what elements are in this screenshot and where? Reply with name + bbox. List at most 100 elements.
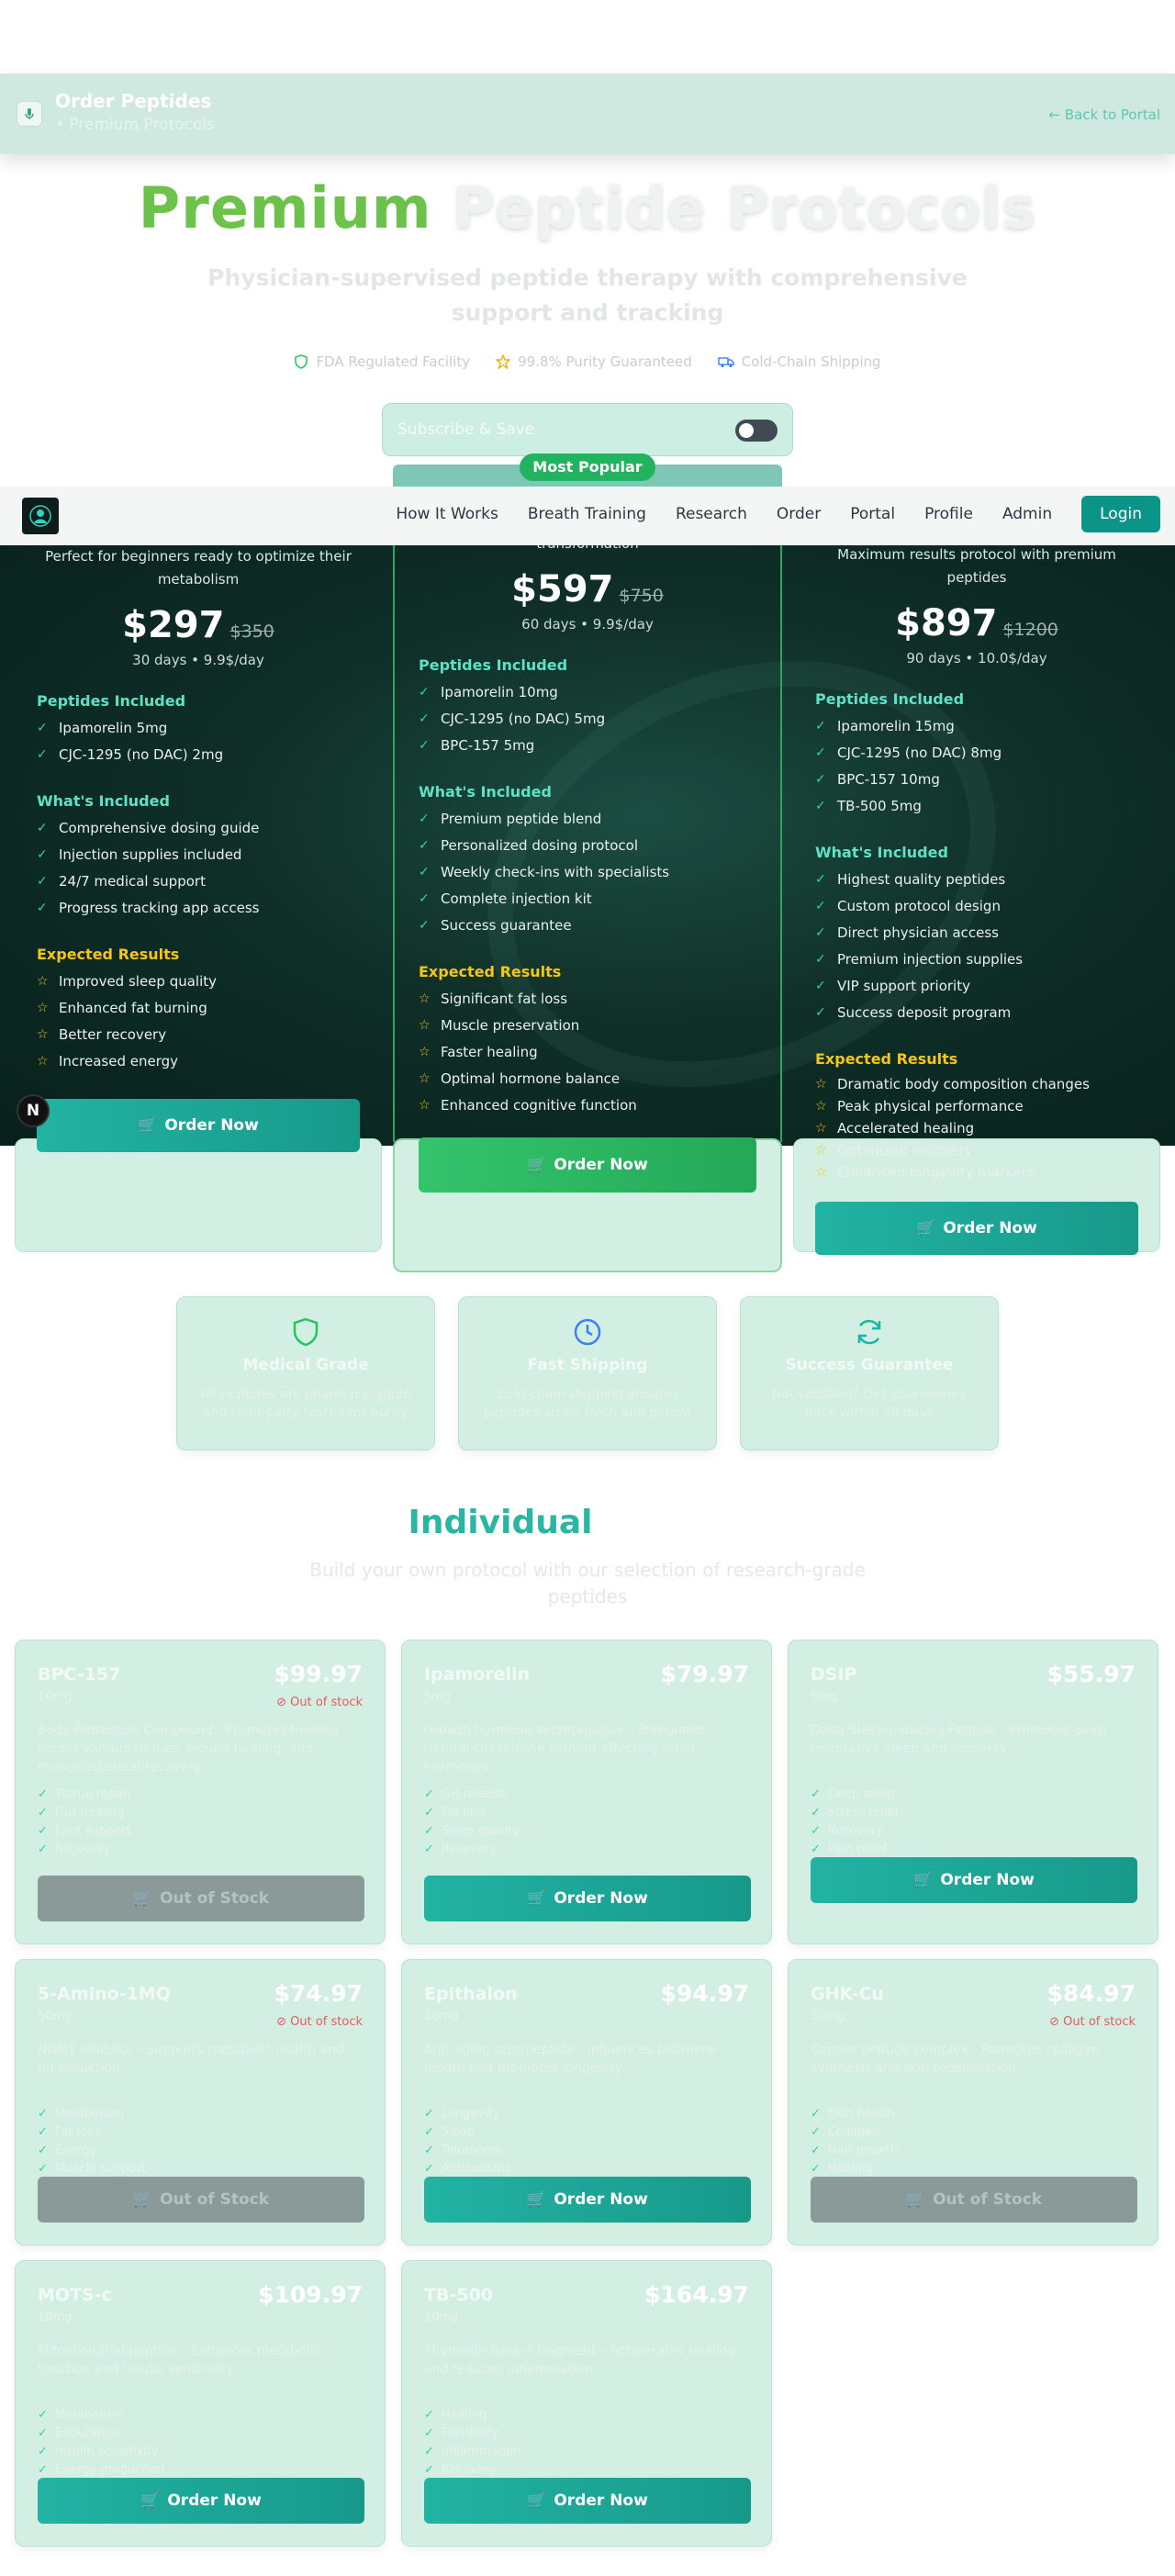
order-now-button[interactable]: 🛒 Order Now — [424, 2478, 751, 2524]
check-icon: ✓ — [424, 2107, 434, 2121]
order-now-button[interactable]: 🛒 Order Now — [424, 2177, 751, 2223]
list-item: ✓ Comprehensive dosing guide — [37, 815, 360, 842]
product-name: 5-Amino-1MQ — [38, 1984, 171, 2004]
nav-research[interactable]: Research — [676, 505, 747, 523]
nav-links: How It Works Breath Training Research Or… — [396, 496, 1160, 532]
product-bullet: ✓ Insulin sensitivity — [38, 2443, 164, 2461]
button-label: Order Now — [164, 1116, 259, 1135]
item-text: TB-500 5mg — [837, 798, 922, 814]
product-bullet: ✓ Energy production — [38, 2461, 164, 2480]
feature-medical-grade: Medical Grade All peptides are pharmacy-… — [176, 1296, 435, 1450]
bullet-text: Hair growth — [827, 2144, 898, 2157]
bullet-text: Joint support — [54, 1824, 131, 1838]
bullet-text: Recovery — [441, 1842, 498, 1856]
check-icon: ✓ — [37, 901, 48, 915]
product-name: TB-500 — [424, 2285, 493, 2305]
back-to-portal-link[interactable]: ← Back to Portal — [1049, 106, 1160, 123]
product-bullets: ✓ Skin health ✓ Collagen ✓ Hair growth ✓ Healin… — [811, 2105, 898, 2178]
alert-icon: ⊘ — [1049, 2015, 1064, 2029]
individual-title: Individual — [408, 1504, 593, 1541]
list-item: ✓ Ipamorelin 5mg — [37, 715, 360, 742]
nav-portal[interactable]: Portal — [850, 505, 895, 523]
list-item: ✓ BPC-157 10mg — [815, 767, 1138, 793]
check-icon: ✓ — [424, 1824, 434, 1838]
check-icon: ✓ — [424, 2408, 434, 2422]
item-text: Custom protocol design — [837, 898, 1001, 914]
product-bullet: ✓ Inflammation — [424, 2443, 520, 2461]
product-price: $99.97 — [274, 1661, 363, 1687]
list-item: ☆ Dramatic body composition changes — [815, 1073, 1138, 1095]
check-icon: ✓ — [424, 2463, 434, 2477]
nav-order[interactable]: Order — [777, 505, 821, 523]
order-now-button[interactable]: 🛒 Order Now — [811, 1857, 1137, 1903]
bullet-text: Sleep quality — [441, 1824, 520, 1838]
dev-tools-badge[interactable]: N — [17, 1094, 50, 1127]
button-label: Out of Stock — [160, 2190, 270, 2209]
nav-how-it-works[interactable]: How It Works — [396, 505, 498, 523]
check-icon: ✓ — [815, 772, 826, 787]
check-icon: ✓ — [419, 918, 430, 933]
section-results-title: Expected Results — [815, 1050, 958, 1068]
mic-icon — [17, 101, 42, 127]
cart-icon: 🛒 — [527, 1156, 547, 1174]
item-text: Significant fat loss — [441, 991, 568, 1007]
bullet-text: Inflammation — [441, 2445, 521, 2458]
order-now-button[interactable]: 🛒 Order Now — [37, 1099, 360, 1152]
out-of-stock-button[interactable]: 🛒 Out of Stock — [38, 1876, 364, 1921]
order-now-button[interactable]: 🛒 Order Now — [815, 1202, 1138, 1255]
feature-title: Success Guarantee — [785, 1356, 954, 1374]
check-icon: ✓ — [419, 865, 430, 879]
login-button[interactable]: Login — [1081, 496, 1160, 532]
nav-admin[interactable]: Admin — [1002, 505, 1052, 523]
check-icon: ✓ — [815, 719, 826, 734]
subscribe-save-toggle-row[interactable]: Subscribe & Save — [382, 403, 793, 456]
product-bullet: ✓ Fat loss — [38, 2123, 146, 2142]
list-item: ✓ Ipamorelin 15mg — [815, 713, 1138, 740]
trust-badges: FDA Regulated Facility 99.8% Purity Guar… — [0, 353, 1175, 370]
order-now-button[interactable]: 🛒 Order Now — [38, 2478, 364, 2524]
brand-logo[interactable] — [22, 498, 59, 534]
list-item: ✓ Highest quality peptides — [815, 867, 1138, 893]
list-item: ☆ Optimized recovery — [815, 1139, 1138, 1161]
main-nav: How It Works Breath Training Research Or… — [0, 487, 1175, 545]
order-now-button[interactable]: 🛒 Order Now — [419, 1137, 756, 1193]
item-text: Enhanced fat burning — [59, 1000, 207, 1016]
check-icon: ✓ — [811, 1806, 821, 1820]
product-card: 5-Amino-1MQ 50mg $74.97 ⊘ Out of stock NNMT … — [15, 1959, 386, 2246]
product-bullet: ✓ Joint support — [38, 1822, 131, 1841]
bullet-text: Recovery — [827, 1824, 884, 1838]
nav-breath-training[interactable]: Breath Training — [528, 505, 646, 523]
badge-purity-label: 99.8% Purity Guaranteed — [518, 353, 692, 370]
check-icon: ✓ — [815, 745, 826, 760]
product-bullet: ✓ Energy — [38, 2142, 146, 2160]
list-item: ✓ Premium peptide blend — [419, 806, 756, 833]
check-icon: ✓ — [811, 1787, 821, 1801]
list-item: ✓ Premium injection supplies — [815, 946, 1138, 973]
plan-card-starter: Perfect for beginners ready to optimize … — [37, 545, 360, 1152]
subscribe-toggle[interactable] — [735, 420, 778, 442]
product-bullet: ✓ Fat loss — [424, 1804, 520, 1822]
product-dose: 5mg — [811, 1690, 838, 1704]
check-icon: ✓ — [815, 979, 826, 993]
check-icon: ✓ — [419, 812, 430, 826]
plan-card-popular: transformation $597$750 60 days • 9.9$/d… — [419, 532, 756, 1193]
badge-purity: 99.8% Purity Guaranteed — [496, 353, 692, 370]
product-card: GHK-Cu 50mg $84.97 ⊘ Out of stock Copper pep… — [788, 1959, 1158, 2246]
bullet-text: Insulin sensitivity — [54, 2445, 159, 2458]
out-of-stock-button[interactable]: 🛒 Out of Stock — [811, 2177, 1137, 2223]
out-of-stock-button[interactable]: 🛒 Out of Stock — [38, 2177, 364, 2223]
item-text: Progress tracking app access — [59, 900, 260, 916]
product-desc: Copper peptide complex - Promotes collag… — [811, 2043, 1101, 2076]
feature-desc: Not satisfied? Get your money back withi… — [771, 1387, 968, 1420]
product-desc: Growth hormone secretagogue - Stimulates… — [424, 1723, 706, 1775]
product-name: MOTS-c — [38, 2285, 112, 2305]
product-bullet: ✓ Recovery — [424, 2461, 520, 2480]
nav-profile[interactable]: Profile — [924, 505, 973, 523]
star-icon: ☆ — [419, 1098, 431, 1113]
product-bullets: ✓ Metabolism ✓ Fat loss ✓ Energy ✓ Muscle suppo… — [38, 2105, 146, 2178]
check-icon: ✓ — [419, 891, 430, 906]
list-item: ☆ Better recovery — [37, 1022, 360, 1048]
order-now-button[interactable]: 🛒 Order Now — [424, 1876, 751, 1921]
item-text: Optimized recovery — [837, 1142, 973, 1159]
product-card: DSIP 5mg $55.97 Delta Sleep-Inducing Peptid… — [788, 1640, 1158, 1944]
